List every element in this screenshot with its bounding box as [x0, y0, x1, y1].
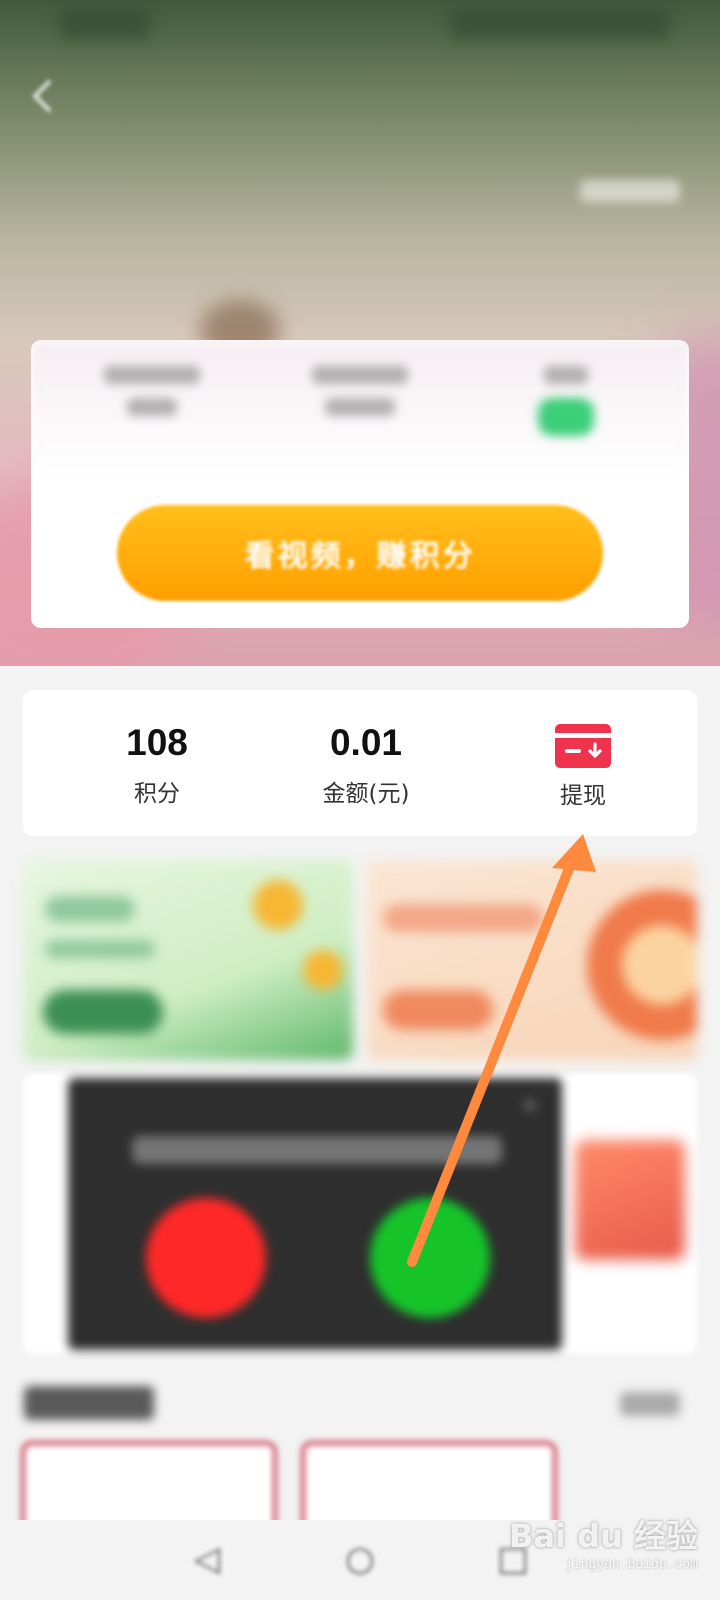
status-bar-left [60, 10, 150, 40]
popup-title [132, 1136, 502, 1164]
balance-card: 108 积分 0.01 金额(元) 提现 [23, 690, 697, 836]
points-stat[interactable]: 108 积分 [87, 690, 227, 836]
decline-button[interactable] [146, 1198, 266, 1318]
hero-background: 看视频，赚积分 [0, 0, 720, 666]
watermark-logo: Bai du 经验 [509, 1517, 698, 1555]
checkin-stat [285, 366, 435, 430]
baidu-jingyan-watermark: Bai du 经验 jingyan.baidu.com [509, 1511, 698, 1572]
nav-back-icon[interactable]: ◁ [182, 1534, 232, 1584]
banner-orange[interactable] [367, 860, 697, 1060]
withdraw-button[interactable]: 提现 [523, 690, 643, 836]
promo-thumbnail[interactable] [575, 1140, 685, 1260]
video-call-popup: × [68, 1078, 562, 1350]
amount-label: 金额(元) [322, 781, 410, 807]
chevron-left-icon [32, 80, 51, 112]
checkin-card: 看视频，赚积分 [31, 340, 689, 628]
points-label: 积分 [134, 781, 180, 807]
checkin-stat [77, 366, 227, 430]
points-value: 108 [126, 722, 188, 763]
back-button[interactable] [18, 72, 66, 120]
blurred-clock [670, 118, 682, 168]
checkin-stat[interactable] [491, 366, 641, 436]
banner-green[interactable] [23, 860, 353, 1060]
checkin-stats [31, 340, 689, 480]
watermark-url: jingyan.baidu.com [564, 1557, 698, 1572]
section-title [24, 1386, 154, 1420]
card-withdraw-icon [555, 724, 611, 768]
amount-value: 0.01 [329, 722, 402, 763]
blurred-date [580, 180, 680, 202]
amount-stat[interactable]: 0.01 金额(元) [291, 690, 441, 836]
status-bar-right [450, 10, 670, 40]
close-icon[interactable]: × [518, 1094, 542, 1118]
watch-video-button[interactable]: 看视频，赚积分 [117, 505, 603, 601]
withdraw-label: 提现 [560, 783, 606, 809]
checkin-toggle[interactable] [538, 398, 594, 436]
nav-home-icon[interactable]: ○ [335, 1534, 385, 1584]
accept-button[interactable] [370, 1198, 490, 1318]
section-more-link[interactable] [620, 1392, 680, 1416]
